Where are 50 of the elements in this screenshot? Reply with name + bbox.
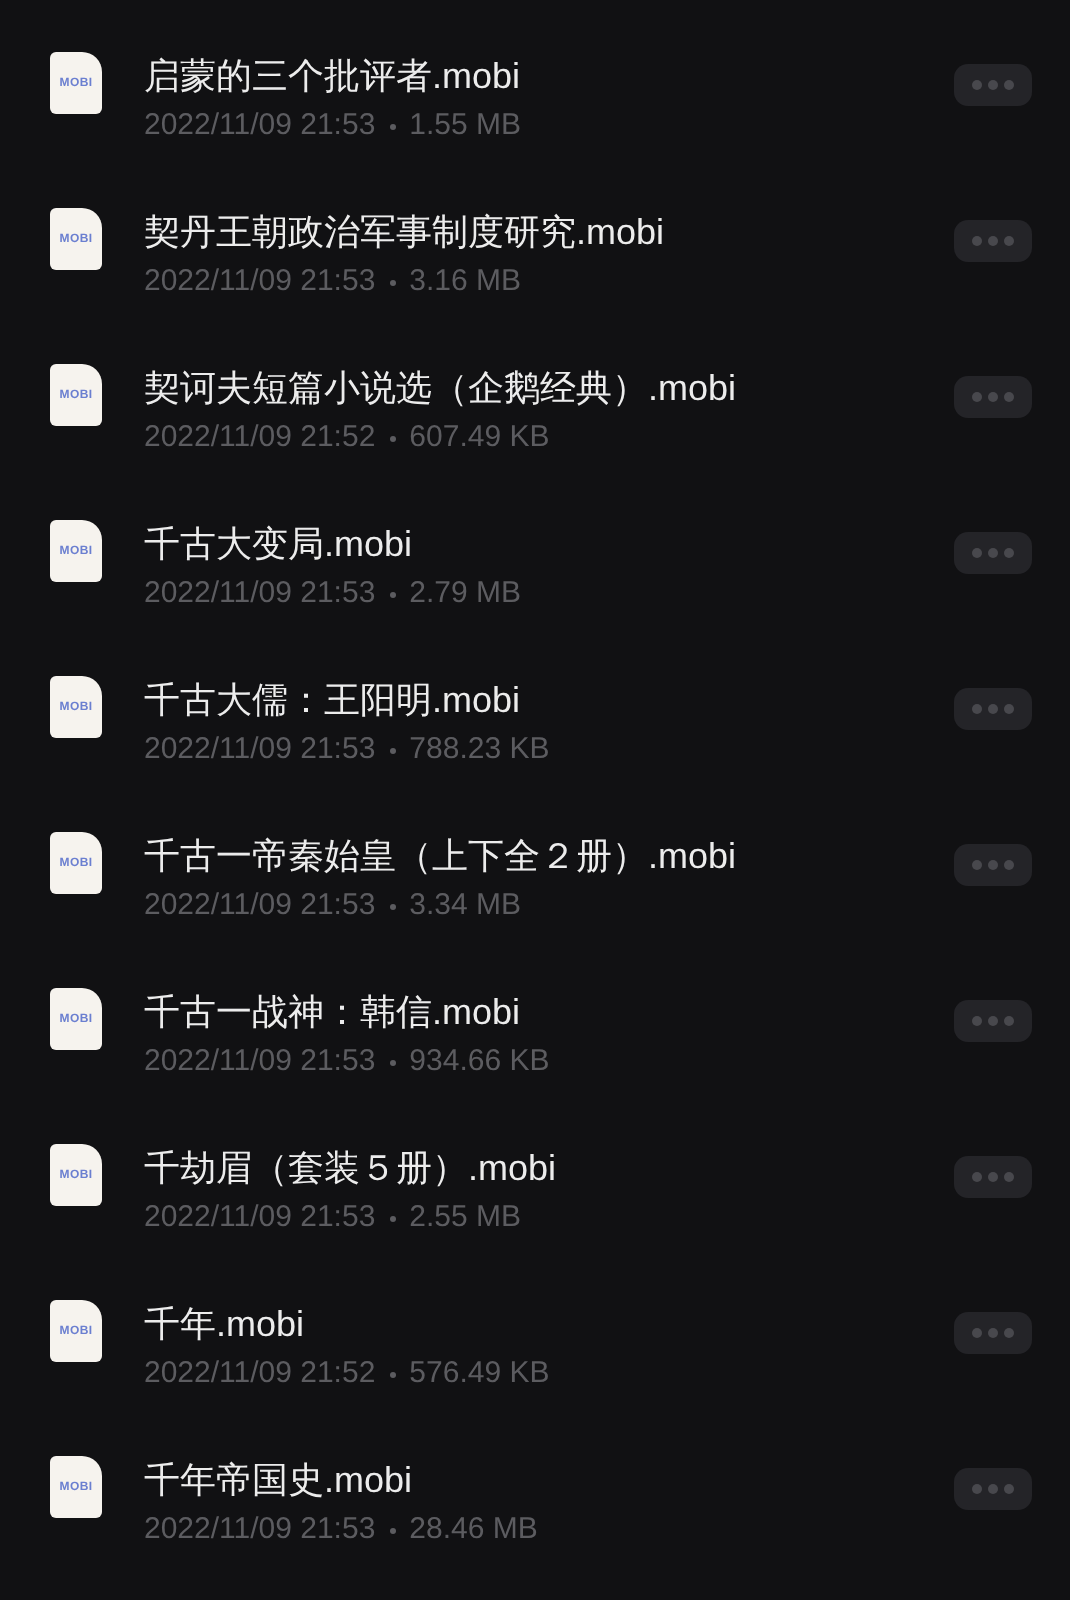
file-size: 2.79 MB <box>409 574 522 614</box>
separator-dot-icon <box>389 1215 396 1221</box>
file-size: 1.55 MB <box>409 106 522 146</box>
more-button[interactable] <box>954 1468 1032 1510</box>
separator-dot-icon <box>389 591 396 597</box>
separator-dot-icon <box>389 747 396 753</box>
file-date: 2022/11/09 21:53 <box>144 262 376 302</box>
file-name[interactable]: 契诃夫短篇小说选（企鹅经典）.mobi <box>144 364 954 412</box>
separator-dot-icon <box>389 1059 396 1065</box>
separator-dot-icon <box>389 279 396 285</box>
separator-dot-icon <box>389 1371 396 1377</box>
file-name[interactable]: 契丹王朝政治军事制度研究.mobi <box>144 208 954 256</box>
file-date: 2022/11/09 21:53 <box>144 1510 376 1550</box>
file-size: 2.55 MB <box>409 1198 522 1238</box>
more-button[interactable] <box>954 1312 1032 1354</box>
separator-dot-icon <box>389 903 396 909</box>
file-date: 2022/11/09 21:52 <box>144 418 376 458</box>
file-date: 2022/11/09 21:53 <box>144 1042 376 1082</box>
file-date: 2022/11/09 21:53 <box>144 886 376 926</box>
file-size: 607.49 KB <box>409 418 550 458</box>
file-name[interactable]: 千年帝国史.mobi <box>144 1456 954 1504</box>
more-button[interactable] <box>954 220 1032 262</box>
more-button[interactable] <box>954 64 1032 106</box>
file-date: 2022/11/09 21:53 <box>144 1198 376 1238</box>
more-button[interactable] <box>954 1156 1032 1198</box>
file-name[interactable]: 千年.mobi <box>144 1300 954 1348</box>
file-size: 934.66 KB <box>409 1042 550 1082</box>
file-name[interactable]: 千古一战神：韩信.mobi <box>144 988 954 1036</box>
file-name[interactable]: 千古大儒：王阳明.mobi <box>144 676 954 724</box>
file-name[interactable]: 千古大变局.mobi <box>144 520 954 568</box>
file-size: 3.34 MB <box>409 886 522 926</box>
file-name[interactable]: 千古一帝秦始皇（上下全２册）.mobi <box>144 832 954 880</box>
file-date: 2022/11/09 21:52 <box>144 1354 376 1394</box>
file-date: 2022/11/09 21:53 <box>144 730 376 770</box>
more-button[interactable] <box>954 1000 1032 1042</box>
file-size: 3.16 MB <box>409 262 522 302</box>
separator-dot-icon <box>389 435 396 441</box>
more-button[interactable] <box>954 376 1032 418</box>
separator-dot-icon <box>389 1527 396 1533</box>
file-name[interactable]: 启蒙的三个批评者.mobi <box>144 52 954 100</box>
more-button[interactable] <box>954 844 1032 886</box>
file-date: 2022/11/09 21:53 <box>144 106 376 146</box>
more-button[interactable] <box>954 532 1032 574</box>
file-size: 28.46 MB <box>409 1510 538 1550</box>
file-name[interactable]: 千劫眉（套装５册）.mobi <box>144 1144 954 1192</box>
file-size: 788.23 KB <box>409 730 550 770</box>
file-size: 576.49 KB <box>409 1354 550 1394</box>
file-date: 2022/11/09 21:53 <box>144 574 376 614</box>
separator-dot-icon <box>389 123 396 129</box>
more-button[interactable] <box>954 688 1032 730</box>
